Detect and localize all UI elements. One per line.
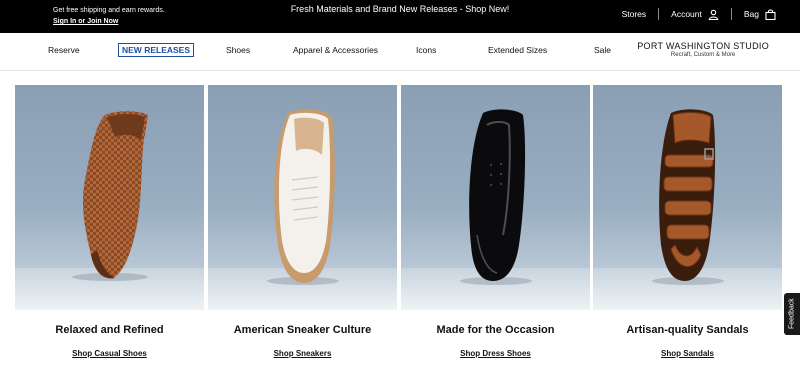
category-card-dress: Made for the Occasion Shop Dress Shoes (401, 85, 590, 358)
sneaker-image[interactable] (208, 85, 397, 310)
stores-link[interactable]: Stores (622, 9, 647, 19)
utility-nav: Stores Account Bag (622, 8, 776, 20)
card-title-casual: Relaxed and Refined (55, 324, 164, 336)
studio-title: PORT WASHINGTON STUDIO (637, 41, 769, 51)
divider (658, 8, 660, 20)
shop-casual-shoes-link[interactable]: Shop Casual Shoes (15, 349, 204, 358)
nav-item-sale[interactable]: Sale (594, 45, 611, 55)
promo-bar: Get free shipping and earn rewards. Sign… (0, 0, 800, 33)
account-label: Account (671, 9, 702, 19)
feedback-tab[interactable]: Feedback (784, 293, 800, 335)
shopping-bag-icon (765, 8, 776, 20)
card-title-sandals: Artisan-quality Sandals (626, 324, 749, 336)
nav-item-apparel-accessories[interactable]: Apparel & Accessories (293, 45, 378, 55)
sandal-image[interactable] (593, 85, 782, 310)
shop-dress-shoes-link[interactable]: Shop Dress Shoes (401, 349, 590, 358)
port-washington-studio-link[interactable]: PORT WASHINGTON STUDIO Recraft, Custom &… (637, 41, 769, 58)
bag-link[interactable]: Bag (743, 8, 776, 20)
category-grid: Relaxed and Refined Shop Casual Shoes Am… (15, 85, 782, 375)
account-link[interactable]: Account (671, 9, 719, 20)
nav-item-icons[interactable]: Icons (416, 45, 436, 55)
user-icon (708, 9, 719, 20)
main-nav: Reserve NEW RELEASES Shoes Apparel & Acc… (0, 33, 800, 71)
nav-item-new-releases[interactable]: NEW RELEASES (118, 43, 195, 57)
card-title-sneakers: American Sneaker Culture (233, 324, 372, 336)
category-card-sneakers: American Sneaker Culture Shop Sneakers (208, 85, 397, 358)
category-card-casual: Relaxed and Refined Shop Casual Shoes (15, 85, 204, 358)
shop-sandals-link[interactable]: Shop Sandals (593, 349, 782, 358)
shop-sneakers-link[interactable]: Shop Sneakers (208, 349, 397, 358)
casual-shoe-image[interactable] (15, 85, 204, 310)
category-card-sandals: Artisan-quality Sandals Shop Sandals (593, 85, 782, 358)
studio-subtitle: Recraft, Custom & More (670, 52, 736, 58)
bag-label: Bag (743, 9, 759, 19)
divider (730, 8, 732, 20)
dress-shoe-image[interactable] (401, 85, 590, 310)
nav-item-extended-sizes[interactable]: Extended Sizes (488, 45, 547, 55)
sign-in-join-link[interactable]: Sign In or Join Now (53, 17, 165, 27)
stores-label: Stores (621, 9, 647, 19)
nav-item-reserve[interactable]: Reserve (48, 45, 80, 55)
card-title-dress: Made for the Occasion (436, 324, 555, 336)
nav-item-shoes[interactable]: Shoes (226, 45, 250, 55)
